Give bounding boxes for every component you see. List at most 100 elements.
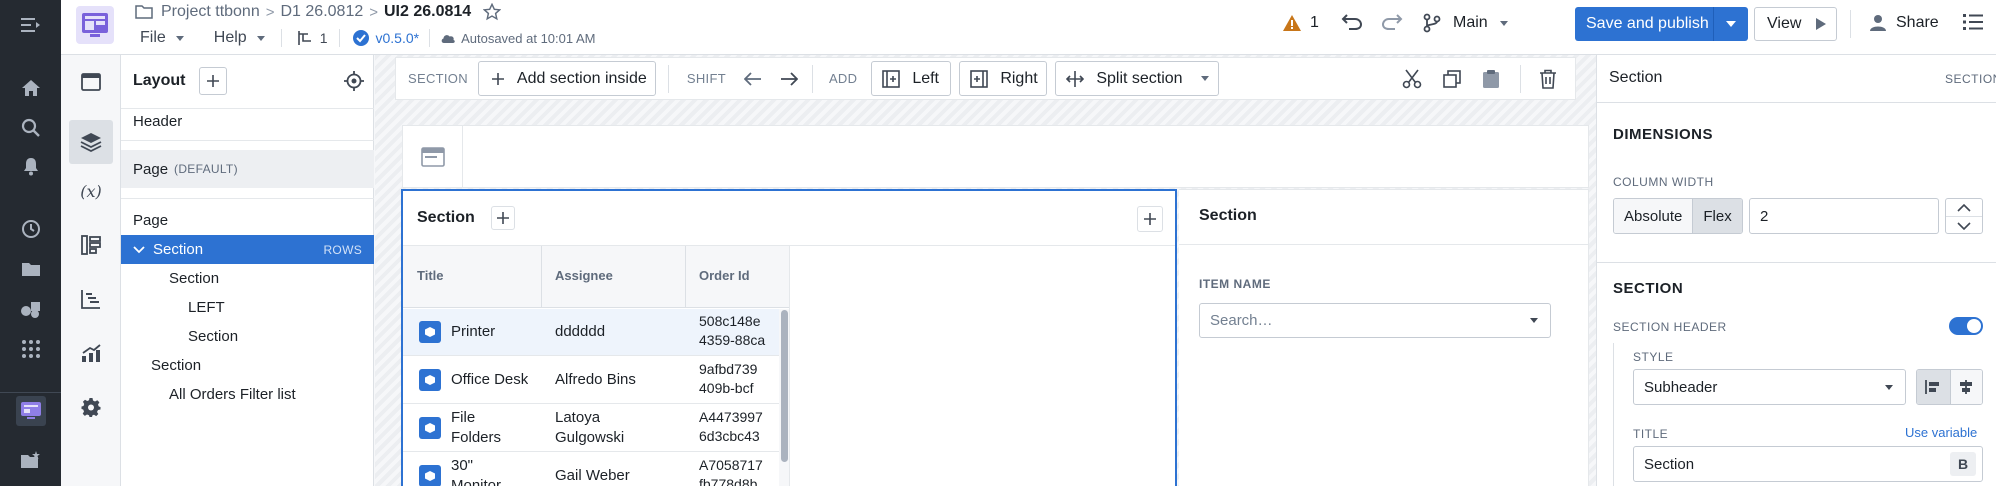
publish-options-chevron[interactable] <box>1714 21 1748 27</box>
warning-icon <box>1283 15 1301 31</box>
recent-files-icon[interactable] <box>18 447 44 473</box>
tree-item-section-selected[interactable]: Section ROWS <box>121 235 374 264</box>
save-and-publish-label: Save and publish <box>1586 15 1709 32</box>
align-center-option[interactable] <box>1949 370 1982 404</box>
history-icon[interactable] <box>18 216 44 242</box>
toolbar-add-label: ADD <box>828 71 858 86</box>
properties-title: Section <box>1609 69 1663 86</box>
table-row[interactable]: File Folders Latoya Gulgowski A4473997 6… <box>403 405 779 452</box>
version-label: v0.5.0* <box>375 30 420 46</box>
right-section[interactable]: Section ITEM NAME Search… <box>1179 189 1589 486</box>
folder-icon[interactable] <box>18 256 44 282</box>
column-header-assignee[interactable]: Assignee <box>555 268 613 283</box>
home-icon[interactable] <box>18 75 44 101</box>
collapse-menu-icon[interactable] <box>18 12 44 38</box>
align-left-option[interactable] <box>1917 370 1950 404</box>
column-divider[interactable] <box>541 246 542 308</box>
split-section-button[interactable]: Split section <box>1055 61 1220 96</box>
view-label: View <box>1767 15 1802 32</box>
page-title[interactable]: UI2 26.0814 <box>384 3 471 21</box>
warnings-count: 1 <box>1310 14 1319 31</box>
absolute-option[interactable]: Absolute <box>1614 199 1693 233</box>
table-header-row: Title Assignee Order Id <box>403 246 789 308</box>
locate-target-icon[interactable] <box>344 71 364 91</box>
breadcrumb-project[interactable]: Project ttbonn <box>161 3 260 21</box>
header-widget-slot[interactable] <box>403 126 463 187</box>
flex-value-input[interactable]: 2 <box>1749 198 1939 234</box>
column-divider[interactable] <box>685 246 686 308</box>
branch-name: Main <box>1453 14 1488 31</box>
notifications-icon[interactable] <box>18 153 44 179</box>
layers-panel-icon[interactable] <box>69 120 113 164</box>
table-scrollbar-thumb[interactable] <box>781 310 788 462</box>
duplicate-button[interactable] <box>1442 69 1462 89</box>
table-row[interactable]: Office Desk Alfredo Bins 9afbd739 409b-b… <box>403 357 779 404</box>
workshop-app-icon[interactable] <box>16 396 46 426</box>
page-header-area[interactable] <box>402 125 1589 188</box>
style-select[interactable]: Subheader <box>1633 369 1906 405</box>
shift-left-button[interactable] <box>743 71 762 86</box>
add-header-action-button[interactable] <box>1137 206 1163 232</box>
save-and-publish-button[interactable]: Save and publish <box>1575 7 1748 41</box>
layout-header-item[interactable]: Header <box>121 107 374 136</box>
cut-button[interactable] <box>1402 69 1422 89</box>
flex-option-selected[interactable]: Flex <box>1692 199 1742 233</box>
variables-icon[interactable]: (x) <box>75 175 107 207</box>
bold-format-icon[interactable]: B <box>1950 452 1976 476</box>
pages-count[interactable]: 1 <box>297 30 328 46</box>
item-name-select[interactable]: Search… <box>1199 303 1551 338</box>
branch-selector[interactable]: Main <box>1423 11 1508 35</box>
help-menu[interactable]: Help <box>214 29 265 47</box>
column-header-order-id[interactable]: Order Id <box>699 268 750 283</box>
chevron-up-icon[interactable] <box>1957 204 1971 212</box>
warnings-indicator[interactable]: 1 <box>1282 12 1319 34</box>
title-input[interactable]: Section B <box>1633 446 1983 482</box>
add-section-inside-button[interactable]: Add section inside <box>477 61 656 96</box>
page-default-item[interactable]: Page (DEFAULT) <box>121 150 374 188</box>
tree-item-section[interactable]: Section <box>121 264 374 293</box>
delete-button[interactable] <box>1539 69 1557 89</box>
pages-panel-icon[interactable] <box>75 66 107 98</box>
tree-item-label: Section <box>188 328 239 345</box>
tree-item-filter-list[interactable]: All Orders Filter list <box>121 380 374 409</box>
undo-button[interactable] <box>1341 12 1363 32</box>
flex-stepper[interactable] <box>1945 198 1983 234</box>
column-header-title[interactable]: Title <box>417 268 444 283</box>
left-section[interactable]: Section Title Assignee Order Id Printer … <box>401 189 1177 486</box>
layout-widgets-icon[interactable] <box>75 229 107 261</box>
shift-right-button[interactable] <box>780 71 798 86</box>
tree-item-left[interactable]: LEFT <box>121 293 374 322</box>
paste-button[interactable] <box>1482 69 1500 89</box>
version-indicator[interactable]: v0.5.0* <box>352 29 419 47</box>
view-button[interactable]: View <box>1754 7 1837 41</box>
align-center-icon <box>1960 380 1973 394</box>
add-right-button[interactable]: Right <box>959 61 1048 96</box>
search-icon[interactable] <box>18 115 44 141</box>
apps-grid-icon[interactable] <box>18 336 44 362</box>
tree-item-section[interactable]: Section <box>121 322 374 351</box>
favorite-star-icon[interactable] <box>483 3 502 21</box>
chevron-down-icon[interactable] <box>1957 222 1971 230</box>
settings-gear-icon[interactable] <box>75 391 107 423</box>
cell-order-id-line1: 508c148e <box>699 313 761 329</box>
objects-icon[interactable] <box>18 296 44 322</box>
tree-item-section[interactable]: Section <box>121 351 374 380</box>
table-row[interactable]: Printer dddddd 508c148e 4359-88ca <box>403 309 779 356</box>
section-header-toggle[interactable] <box>1949 317 1983 335</box>
metrics-chart-icon[interactable] <box>75 337 107 369</box>
add-left-button[interactable]: Left <box>871 61 952 96</box>
add-widget-button[interactable] <box>490 206 515 230</box>
file-menu[interactable]: File <box>140 29 184 47</box>
redo-button[interactable] <box>1381 12 1403 32</box>
table-scrollbar-track[interactable] <box>779 309 789 486</box>
add-layout-button[interactable] <box>199 67 228 95</box>
tree-item-page[interactable]: Page <box>121 206 374 235</box>
breadcrumb-parent[interactable]: D1 26.0812 <box>281 3 364 21</box>
timeline-icon[interactable] <box>75 283 107 315</box>
properties-panel: Section SECTION DIMENSIONS COLUMN WIDTH … <box>1596 55 1996 486</box>
pages-count-value: 1 <box>319 30 328 46</box>
table-row[interactable]: 30" Monitor Gail Weber A7058717 fb778d8b <box>403 453 779 486</box>
share-button[interactable]: Share <box>1869 12 1939 34</box>
use-variable-link[interactable]: Use variable <box>1905 425 1977 440</box>
properties-list-icon[interactable] <box>1963 12 1983 32</box>
